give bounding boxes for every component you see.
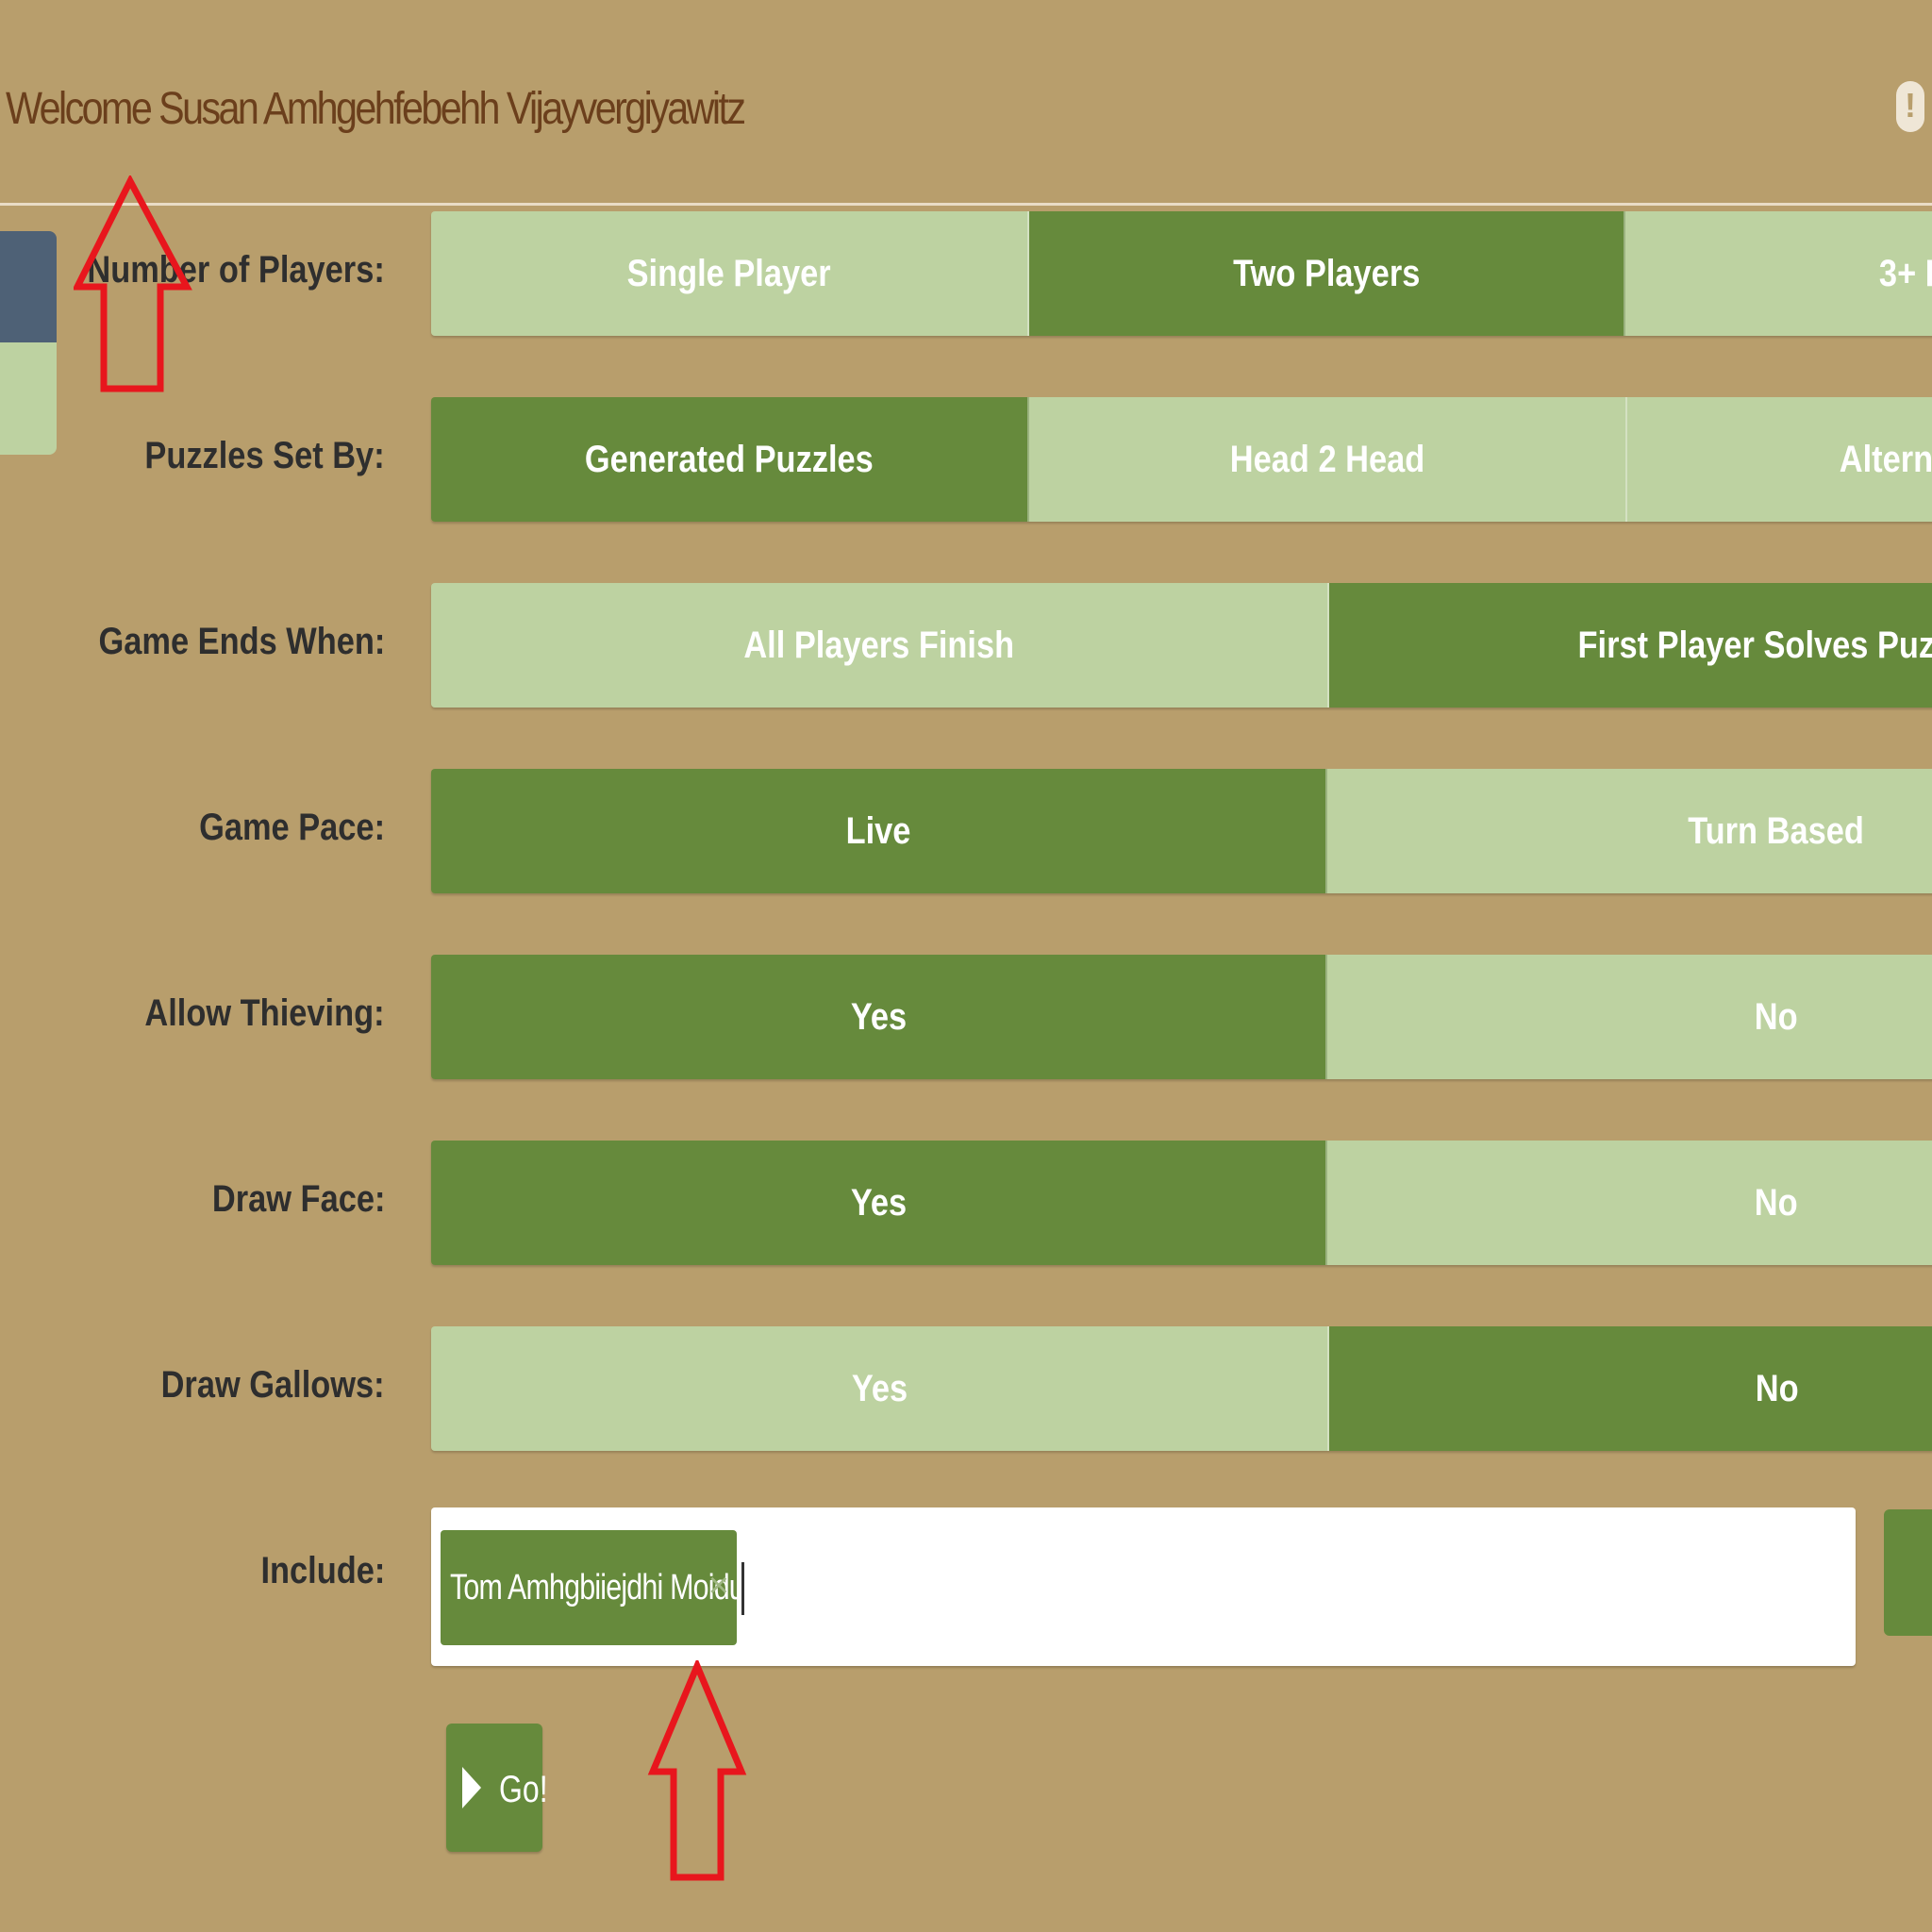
label-draw-gallows: Draw Gallows: <box>160 1364 385 1406</box>
number-of-players-selector: Single Player Two Players 3+ Players <box>431 211 1932 336</box>
play-icon <box>462 1767 481 1808</box>
go-button[interactable]: Go! <box>446 1724 548 1852</box>
label-include: Include: <box>260 1550 385 1591</box>
label-draw-face: Draw Face: <box>211 1178 385 1220</box>
label-game-ends-when: Game Ends When: <box>98 621 385 662</box>
option-three-plus-players[interactable]: 3+ Players <box>1625 211 1932 336</box>
game-pace-selector: Live Turn Based <box>431 769 1932 893</box>
option-thieving-no[interactable]: No <box>1327 955 1932 1079</box>
option-two-players[interactable]: Two Players <box>1029 211 1625 336</box>
go-button-label: Go! <box>499 1769 548 1810</box>
annotation-arrow-up-icon <box>74 175 192 392</box>
option-alternating[interactable]: Alternating <box>1627 397 1932 522</box>
label-puzzles-set-by: Puzzles Set By: <box>144 435 385 476</box>
welcome-message: Welcome Susan Amhgehfebehh Vijayvergiyaw… <box>6 84 746 134</box>
option-generated-puzzles[interactable]: Generated Puzzles <box>431 397 1029 522</box>
option-head-2-head[interactable]: Head 2 Head <box>1029 397 1627 522</box>
label-allow-thieving: Allow Thieving: <box>144 992 385 1034</box>
option-face-yes[interactable]: Yes <box>431 1141 1327 1265</box>
draw-gallows-selector: Yes No <box>431 1326 1932 1451</box>
include-side-button[interactable] <box>1884 1509 1932 1636</box>
game-ends-when-selector: All Players Finish First Player Solves P… <box>431 583 1932 708</box>
option-single-player[interactable]: Single Player <box>431 211 1029 336</box>
side-tab-panel[interactable] <box>0 231 57 455</box>
include-players-input[interactable]: Tom Amhgbiiejdhi Moiduberg × <box>431 1507 1856 1666</box>
text-cursor <box>741 1562 744 1615</box>
label-game-pace: Game Pace: <box>199 807 385 848</box>
puzzles-set-by-selector: Generated Puzzles Head 2 Head Alternatin… <box>431 397 1932 522</box>
option-first-player-solves-puzzle[interactable]: First Player Solves Puzzle <box>1329 583 1932 708</box>
side-tab-inactive[interactable] <box>0 342 57 455</box>
option-all-players-finish[interactable]: All Players Finish <box>431 583 1329 708</box>
info-icon[interactable]: ! <box>1896 81 1924 132</box>
remove-player-icon[interactable]: × <box>708 1566 729 1607</box>
header-divider <box>0 203 1932 206</box>
game-setup-page: Welcome Susan Amhgehfebehh Vijayvergiyaw… <box>0 0 1932 1932</box>
included-player-name: Tom Amhgbiiejdhi Moiduberg <box>450 1567 737 1607</box>
included-player-chip[interactable]: Tom Amhgbiiejdhi Moiduberg × <box>441 1530 737 1645</box>
option-turn-based[interactable]: Turn Based <box>1327 769 1932 893</box>
page-header: Welcome Susan Amhgehfebehh Vijayvergiyaw… <box>0 0 1932 203</box>
option-face-no[interactable]: No <box>1327 1141 1932 1265</box>
draw-face-selector: Yes No <box>431 1141 1932 1265</box>
allow-thieving-selector: Yes No <box>431 955 1932 1079</box>
option-thieving-yes[interactable]: Yes <box>431 955 1327 1079</box>
side-tab-active[interactable] <box>0 231 57 342</box>
annotation-arrow-up-icon <box>647 1660 747 1881</box>
option-gallows-yes[interactable]: Yes <box>431 1326 1329 1451</box>
option-live[interactable]: Live <box>431 769 1327 893</box>
option-gallows-no[interactable]: No <box>1329 1326 1932 1451</box>
